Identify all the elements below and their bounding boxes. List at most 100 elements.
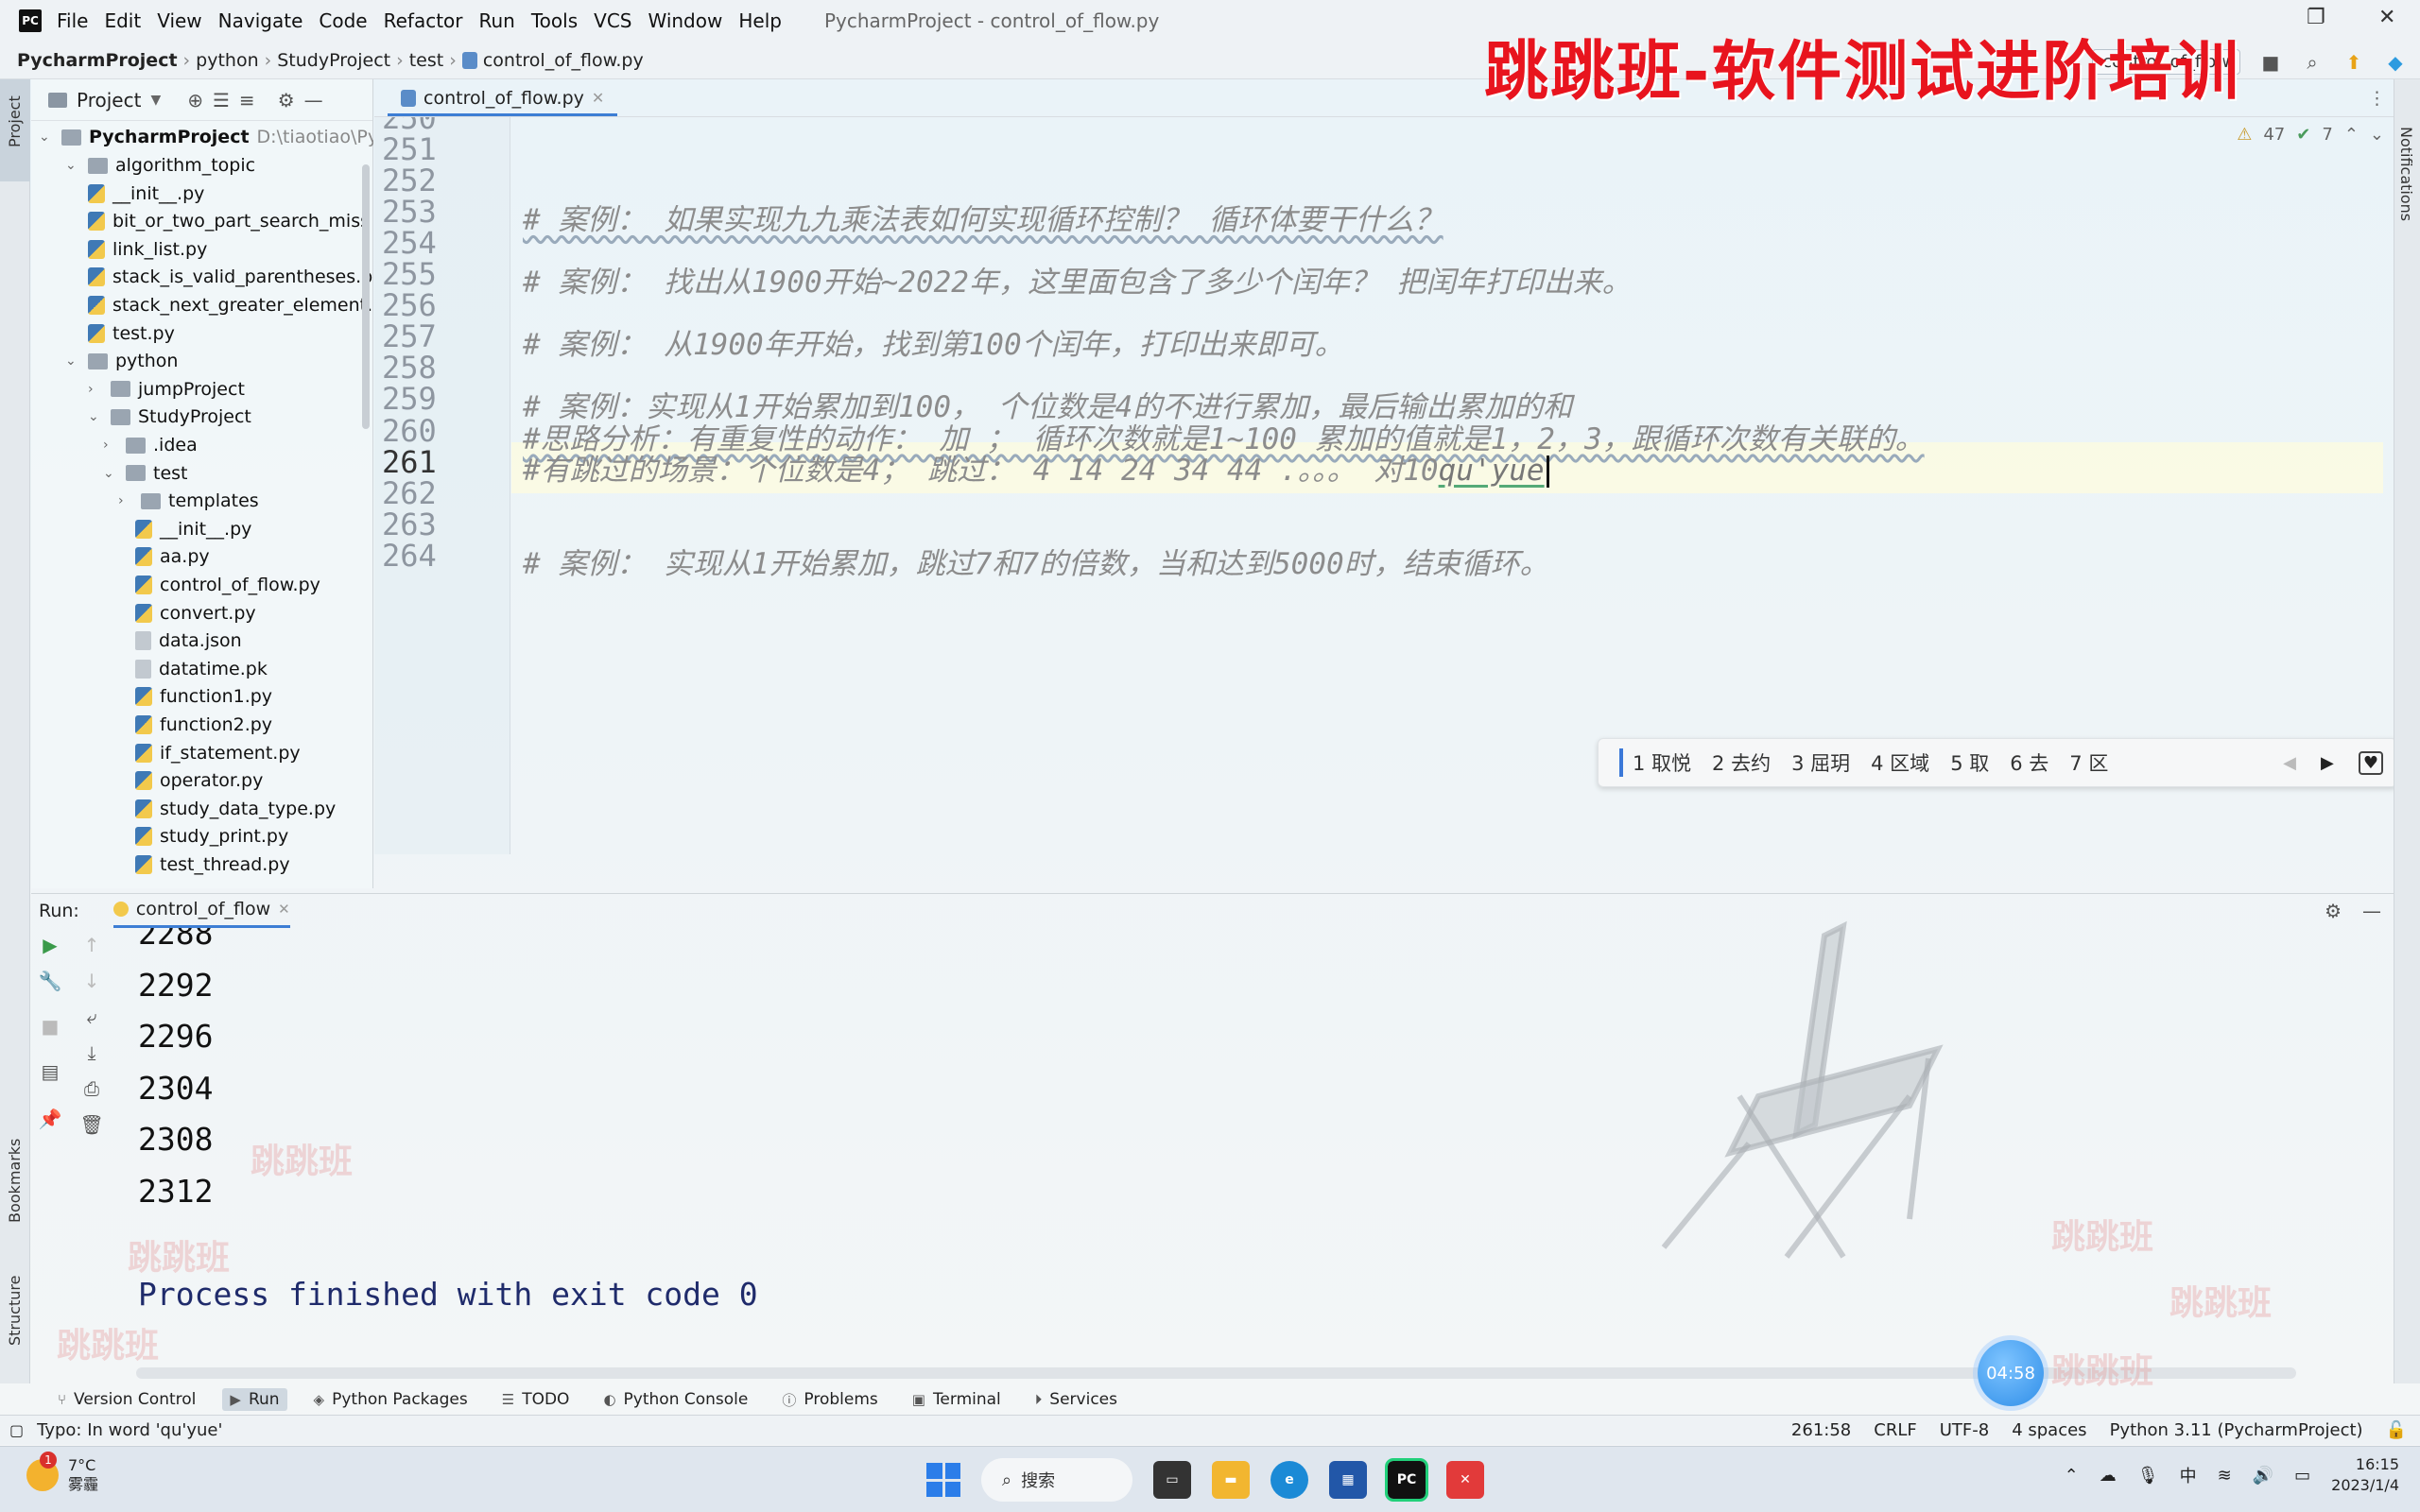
tree-item[interactable]: ⌄ test bbox=[103, 459, 188, 488]
menu-vcs[interactable]: VCS bbox=[594, 9, 631, 32]
code-line[interactable]: # 案例： 从1900年开始，找到第100个闰年，打印出来即可。 bbox=[523, 320, 1344, 363]
edge-browser-icon[interactable]: e bbox=[1270, 1461, 1308, 1499]
tree-item[interactable]: bit_or_two_part_search_miss bbox=[88, 207, 370, 235]
volume-icon[interactable]: 🔊 bbox=[2253, 1466, 2273, 1486]
code-line[interactable]: # 案例： 如果实现九九乘法表如何实现循环控制？ 循环体要干什么？ bbox=[523, 196, 1443, 238]
tree-item[interactable]: stack_is_valid_parentheses.p bbox=[88, 263, 372, 291]
trash-icon[interactable]: 🗑 bbox=[79, 1113, 103, 1136]
chevron-down-icon[interactable]: ⌄ bbox=[2370, 125, 2384, 145]
update-icon[interactable]: ⬆ bbox=[2342, 51, 2365, 74]
hide-icon[interactable]: — bbox=[304, 89, 323, 112]
chevron-up-icon[interactable]: ⌃ bbox=[2065, 1466, 2079, 1486]
tree-item[interactable]: ⌄ StudyProject bbox=[88, 403, 251, 431]
maximize-icon[interactable]: ❐ bbox=[2307, 6, 2325, 29]
console-output[interactable]: 2288 2292 2296 2304 2308 2312 Process finished… bbox=[115, 928, 2384, 1372]
pycharm-taskbar-icon[interactable]: PC bbox=[1385, 1458, 1428, 1502]
console-scrollbar[interactable] bbox=[136, 1367, 2296, 1379]
battery-icon[interactable]: ▭ bbox=[2294, 1466, 2310, 1486]
soft-wrap-icon[interactable]: ⤶ bbox=[80, 1005, 103, 1028]
stop-icon[interactable]: ■ bbox=[2259, 51, 2282, 74]
typo-word[interactable]: qu'yue bbox=[1439, 454, 1545, 488]
cloud-icon[interactable]: ☁ bbox=[2100, 1466, 2117, 1486]
hide-icon[interactable]: — bbox=[2362, 900, 2381, 922]
file-explorer-icon[interactable]: ▬ bbox=[1212, 1461, 1250, 1499]
chevron-up-icon[interactable]: ⌃ bbox=[2344, 125, 2359, 145]
tree-root[interactable]: ⌄ PycharmProject D:\tiaotiao\Pycha bbox=[39, 123, 373, 151]
menu-help[interactable]: Help bbox=[738, 9, 782, 32]
clock[interactable]: 16:15 2023/1/4 bbox=[2331, 1454, 2399, 1496]
breadcrumb-file[interactable]: control_of_flow.py bbox=[483, 50, 644, 71]
python-packages-button[interactable]: ◈ Python Packages bbox=[306, 1388, 475, 1411]
tree-item[interactable]: › jumpProject bbox=[88, 375, 245, 404]
tree-item[interactable]: stack_next_greater_element. bbox=[88, 291, 372, 319]
stop-icon[interactable]: ■ bbox=[39, 1015, 61, 1038]
caret-position[interactable]: 261:58 bbox=[1791, 1420, 1851, 1440]
python-interpreter[interactable]: Python 3.11 (PycharmProject) bbox=[2110, 1420, 2363, 1440]
chevron-down-icon[interactable]: ⌄ bbox=[65, 347, 80, 375]
structure-tool-label[interactable]: Structure bbox=[6, 1276, 24, 1346]
task-view-icon[interactable]: ▭ bbox=[1153, 1461, 1191, 1499]
taskbar-search[interactable]: ⌕ 搜索 bbox=[981, 1458, 1132, 1502]
layout-icon[interactable]: ▤ bbox=[39, 1060, 61, 1083]
inspection-widget[interactable]: ⚠ 47 ✔ 7 ⌃ ⌄ bbox=[2237, 125, 2384, 145]
chevron-right-icon[interactable]: › bbox=[88, 375, 103, 404]
tree-item[interactable]: test_thread.py bbox=[135, 850, 290, 879]
breadcrumb-root[interactable]: PycharmProject bbox=[17, 50, 178, 71]
terminal-button[interactable]: ▣ Terminal bbox=[905, 1388, 1009, 1411]
ime-candidate-3[interactable]: 3 屈玥 bbox=[1791, 748, 1850, 777]
close-tab-icon[interactable]: ✕ bbox=[278, 901, 290, 918]
chevron-right-icon[interactable]: › bbox=[103, 431, 118, 459]
arrow-down-icon[interactable]: ↓ bbox=[80, 970, 103, 992]
tree-item[interactable]: › .idea bbox=[103, 431, 198, 459]
menu-run[interactable]: Run bbox=[479, 9, 515, 32]
ime-candidate-4[interactable]: 4 区域 bbox=[1871, 748, 1929, 777]
tree-item[interactable]: study_print.py bbox=[135, 822, 288, 850]
project-tool-label[interactable]: Project bbox=[6, 95, 24, 147]
menu-navigate[interactable]: Navigate bbox=[218, 9, 303, 32]
chevron-down-icon[interactable]: ⌄ bbox=[88, 403, 103, 431]
tree-item[interactable]: operator.py bbox=[135, 766, 263, 795]
tree-item[interactable]: › templates bbox=[118, 487, 259, 515]
menu-window[interactable]: Window bbox=[648, 9, 722, 32]
menu-code[interactable]: Code bbox=[319, 9, 367, 32]
tree-item[interactable]: study_data_type.py bbox=[135, 795, 336, 823]
ime-candidate-2[interactable]: 2 去约 bbox=[1712, 748, 1771, 777]
print-icon[interactable]: ⎙ bbox=[80, 1077, 103, 1100]
arrow-up-icon[interactable]: ↑ bbox=[80, 934, 103, 956]
jetbrains-logo-icon[interactable]: ◆ bbox=[2384, 51, 2407, 74]
problems-button[interactable]: ⓘ Problems bbox=[774, 1388, 885, 1412]
ime-candidate-1[interactable]: 1 取悦 bbox=[1619, 748, 1691, 777]
favorite-icon[interactable]: ♥ bbox=[2358, 750, 2383, 775]
ime-candidate-5[interactable]: 5 取 bbox=[1950, 748, 1989, 777]
gear-icon[interactable]: ⚙ bbox=[2325, 900, 2342, 922]
search-icon[interactable]: ⌕ bbox=[2301, 51, 2324, 74]
tree-item[interactable]: test.py bbox=[88, 319, 175, 348]
python-console-button[interactable]: ◐ Python Console bbox=[596, 1388, 755, 1411]
file-encoding[interactable]: UTF-8 bbox=[1940, 1420, 1989, 1440]
run-tool-button[interactable]: ▶ Run bbox=[222, 1388, 287, 1411]
services-button[interactable]: ⏵ Services bbox=[1028, 1388, 1125, 1411]
notifications-tool-label[interactable]: Notifications bbox=[2397, 127, 2415, 221]
menu-tools[interactable]: Tools bbox=[531, 9, 578, 32]
run-tab[interactable]: control_of_flow ✕ bbox=[112, 894, 290, 928]
project-view-selector[interactable]: Project bbox=[77, 89, 141, 112]
tree-item[interactable]: __init__.py bbox=[135, 515, 251, 543]
chevron-down-icon[interactable]: ⌄ bbox=[39, 123, 54, 151]
line-separator[interactable]: CRLF bbox=[1874, 1420, 1916, 1440]
lock-icon[interactable]: 🔓 bbox=[2386, 1420, 2407, 1440]
menu-view[interactable]: View bbox=[157, 9, 201, 32]
bookmarks-tool-label[interactable]: Bookmarks bbox=[6, 1139, 24, 1223]
chevron-down-icon[interactable]: ▼ bbox=[150, 93, 161, 108]
tree-scrollbar[interactable] bbox=[362, 164, 370, 429]
menu-edit[interactable]: Edit bbox=[104, 9, 141, 32]
expand-all-icon[interactable]: ☰ bbox=[213, 89, 230, 112]
chevron-right-icon[interactable]: › bbox=[118, 487, 133, 515]
wifi-icon[interactable]: ≋ bbox=[2218, 1466, 2232, 1486]
breadcrumb-studyproject[interactable]: StudyProject bbox=[277, 50, 390, 71]
todo-button[interactable]: ☰ TODO bbox=[494, 1388, 578, 1411]
scroll-to-end-icon[interactable]: ⤓ bbox=[80, 1041, 103, 1064]
close-tab-icon[interactable]: ✕ bbox=[592, 89, 604, 107]
ime-candidate-7[interactable]: 7 区 bbox=[2069, 748, 2108, 777]
ime-language[interactable]: 中 bbox=[2180, 1463, 2197, 1487]
tree-item[interactable]: convert.py bbox=[135, 599, 256, 627]
